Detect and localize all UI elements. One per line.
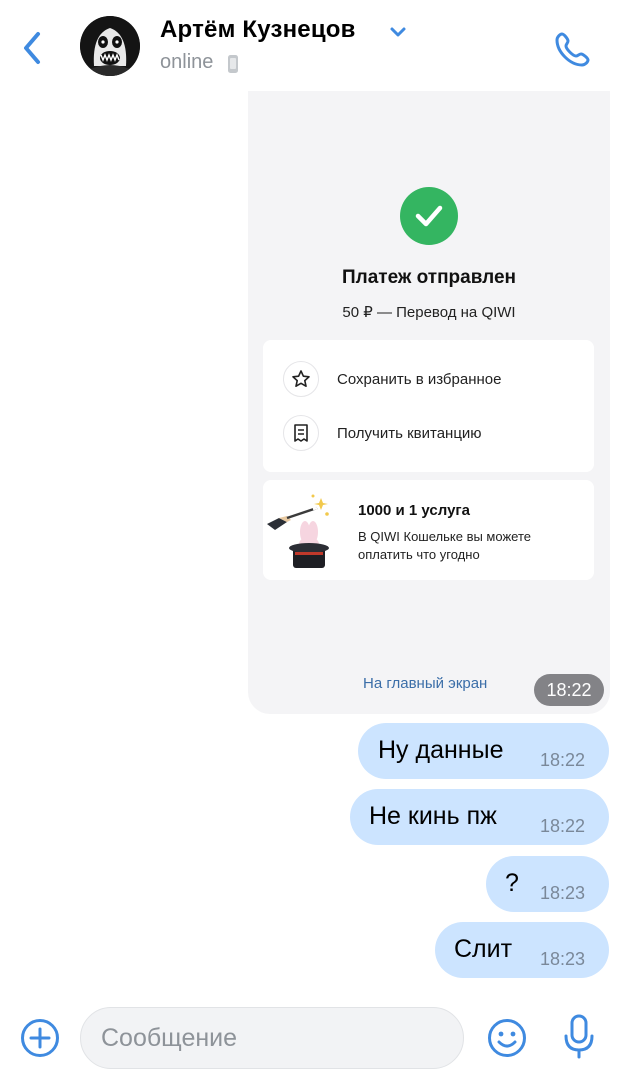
star-icon [283,361,319,397]
promo-title: 1000 и 1 услуга [358,502,471,519]
avatar[interactable] [80,16,140,76]
message-time: 18:22 [534,674,604,706]
success-check-icon [400,187,458,245]
get-receipt-label: Получить квитанцию [337,424,482,442]
avatar-image [80,16,140,76]
message-text: ? [505,869,519,897]
microphone-icon[interactable] [562,1014,596,1060]
chat-header: Артём Кузнецов online [0,0,623,92]
payment-screenshot-message[interactable]: Платеж отправлен 50 ₽ — Перевод на QIWI … [248,91,610,714]
home-screen-link[interactable]: На главный экран [363,675,487,692]
contact-name[interactable]: Артём Кузнецов [160,16,356,44]
promo-banner[interactable]: 1000 и 1 услуга В QIWI Кошельке вы может… [263,480,594,580]
message-text: Не кинь пж [369,802,497,830]
plus-circle-icon[interactable] [20,1018,60,1058]
chevron-down-icon[interactable] [388,24,408,40]
save-favorite-action[interactable]: Сохранить в избранное [263,353,594,405]
payment-title: Платеж отправлен [341,267,517,288]
save-favorite-label: Сохранить в избранное [337,370,502,388]
message-time: 18:22 [540,816,586,836]
message-time: 18:23 [540,949,586,969]
mobile-device-icon [228,55,238,73]
message-bubble[interactable]: ? 18:23 [486,856,609,912]
message-time: 18:22 [540,750,586,770]
message-text: Ну данные [378,736,504,764]
emoji-icon[interactable] [487,1018,527,1058]
payment-subtitle: 50 ₽ — Перевод на QIWI [342,304,516,321]
back-chevron-icon [24,32,40,64]
receipt-icon [283,415,319,451]
message-time: 18:23 [540,883,586,903]
message-text: Слит [454,935,513,963]
phone-call-icon[interactable] [552,28,594,70]
online-status: online [160,51,214,73]
message-input[interactable] [80,1007,464,1069]
promo-text: В QIWI Кошельке вы можете оплатить что у… [358,529,531,562]
chat-screen: Артём Кузнецов online Платеж отправлен 5… [0,0,623,1080]
back-button[interactable] [14,26,50,70]
payment-actions: Сохранить в избранное Получить квитанцию [263,340,594,472]
message-bubble[interactable]: Слит 18:23 [435,922,609,978]
message-bubble[interactable]: Ну данные 18:22 [358,723,609,779]
message-bubble[interactable]: Не кинь пж 18:22 [350,789,609,845]
magic-hat-icon [267,494,329,568]
get-receipt-action[interactable]: Получить квитанцию [263,407,594,459]
